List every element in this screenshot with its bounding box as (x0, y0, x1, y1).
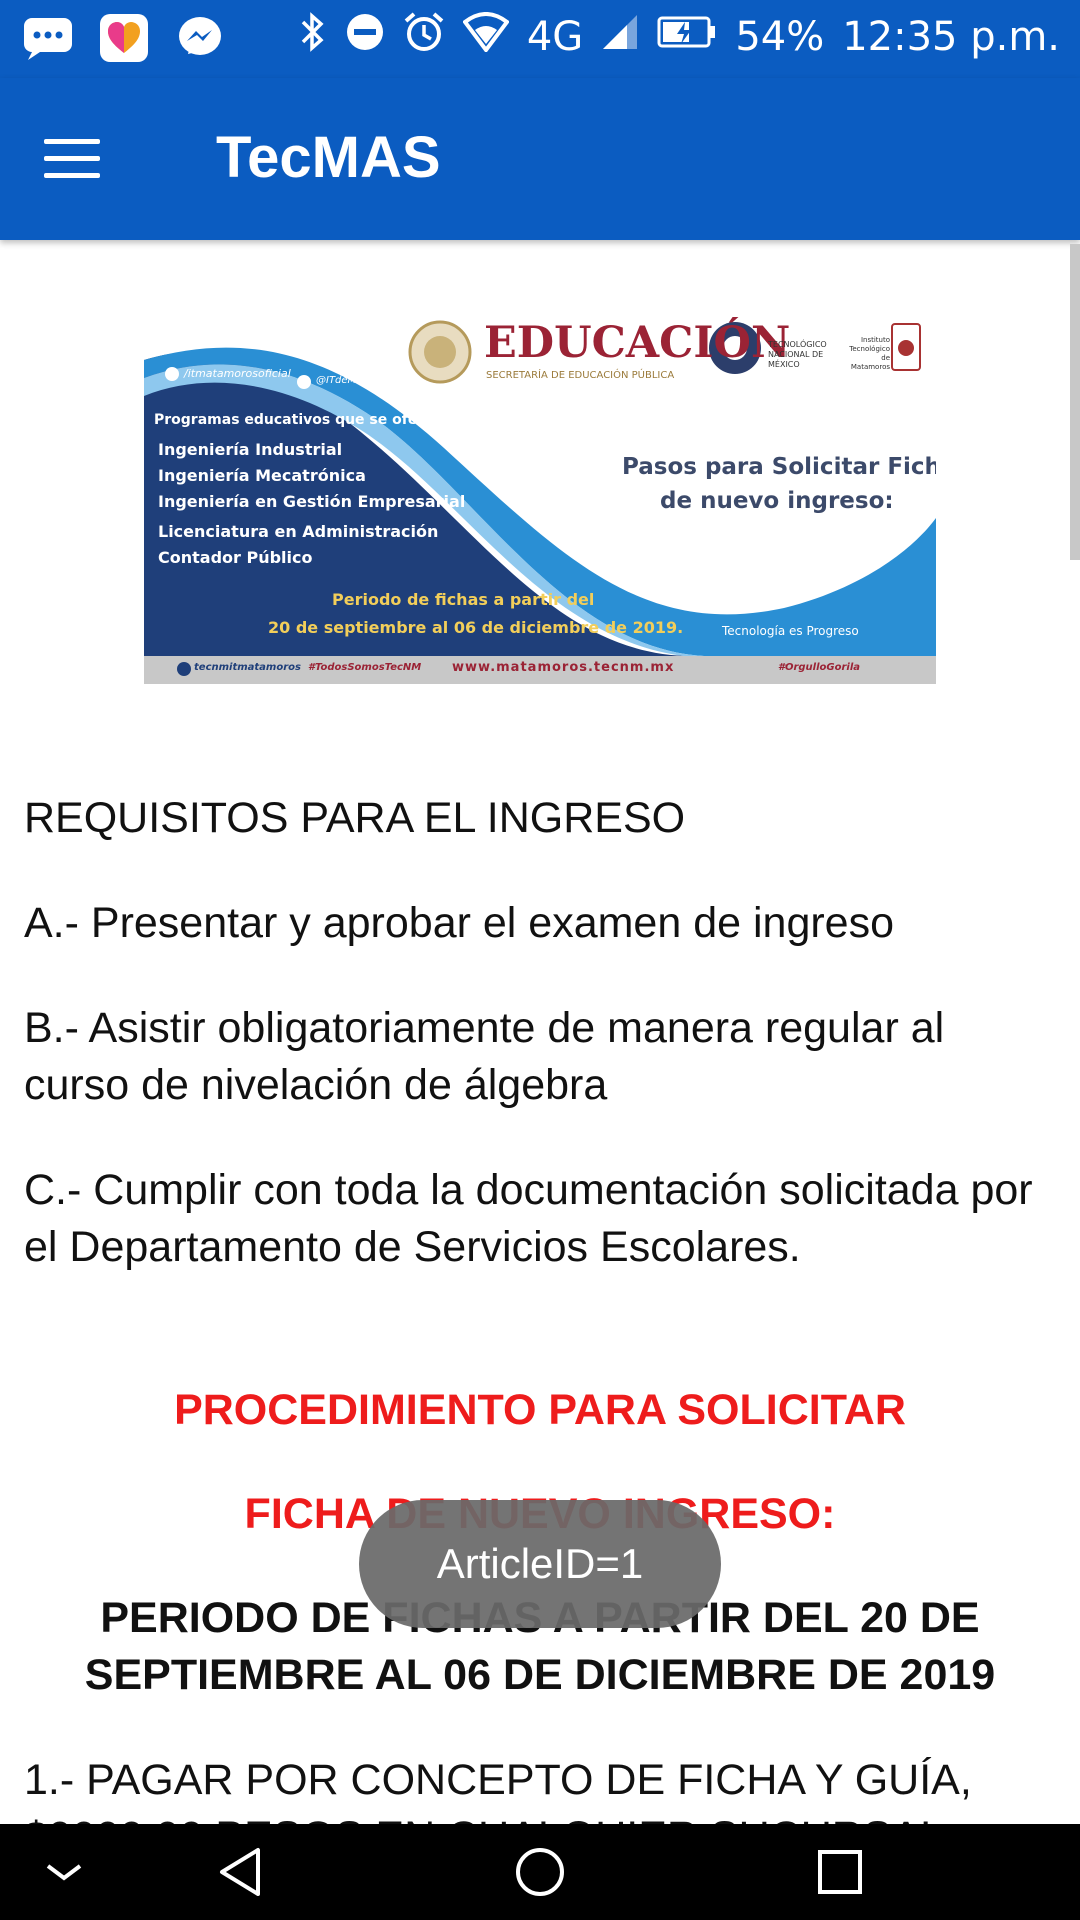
banner-program-5: Contador Público (158, 548, 313, 567)
banner-brand-sub: SECRETARÍA DE EDUCACIÓN PÚBLICA (486, 370, 675, 381)
app-title: TecMAS (216, 125, 441, 190)
banner-tecnm: TECNOLÓGICO NACIONAL DE MÉXICO (768, 340, 827, 369)
admission-banner-image: EDUCACIÓN SECRETARÍA DE EDUCACIÓN PÚBLIC… (144, 308, 936, 684)
battery-percent: 54% (735, 14, 825, 60)
collapse-icon[interactable] (28, 1836, 100, 1908)
do-not-disturb-icon (345, 12, 385, 62)
messenger-icon (174, 12, 226, 64)
banner-brand: EDUCACIÓN (484, 318, 791, 368)
banner-footer-3: www.matamoros.tecnm.mx (452, 660, 675, 675)
banner-program-3: Ingeniería en Gestión Empresarial (158, 492, 466, 511)
banner-itm: Instituto Tecnológico de Matamoros (849, 336, 890, 371)
banner-heading-2: de nuevo ingreso: (660, 488, 894, 514)
step-1: 1.- PAGAR POR CONCEPTO DE FICHA Y GUÍA, … (24, 1756, 972, 1824)
banner-footer-4: #OrgulloGorila (778, 662, 861, 673)
back-icon[interactable] (205, 1836, 277, 1908)
navigation-bar (0, 1824, 1080, 1920)
requirement-b: B.- Asistir obligatoriamente de manera r… (24, 1004, 945, 1109)
requirements-title: REQUISITOS PARA EL INGRESO (24, 794, 686, 842)
banner-program-2: Ingeniería Mecatrónica (158, 466, 366, 485)
system-status: 4G 54% 12:35 p.m. (299, 10, 1060, 64)
chat-icon (22, 12, 74, 64)
requirement-c: C.- Cumplir con toda la documentación so… (24, 1166, 1033, 1271)
banner-heading-1: Pasos para Solicitar Ficha (622, 454, 936, 480)
wifi-icon (462, 12, 510, 62)
notification-icons (22, 12, 226, 64)
alarm-icon (403, 11, 445, 63)
banner-slogan: Tecnología es Progreso (722, 624, 859, 638)
clock: 12:35 p.m. (842, 14, 1060, 60)
home-icon[interactable] (504, 1836, 576, 1908)
banner-social-fb: /itmatamorosoficial (184, 367, 291, 380)
toast-message: ArticleID=1 (359, 1500, 721, 1628)
battery-charging-icon (657, 14, 717, 60)
signal-icon (601, 13, 639, 61)
heart-app-icon (98, 12, 150, 64)
bluetooth-icon (299, 10, 327, 64)
banner-period-2: 20 de septiembre al 06 de diciembre de 2… (268, 618, 684, 637)
requirement-a: A.- Presentar y aprobar el examen de ing… (24, 899, 895, 947)
banner-programs-title: Programas educativos que se ofertan: (154, 412, 456, 428)
banner-footer-1: tecnmitmatamoros (194, 662, 301, 673)
procedure-title-1: PROCEDIMIENTO PARA SOLICITAR (174, 1386, 906, 1434)
status-bar: 4G 54% 12:35 p.m. (0, 0, 1080, 78)
banner-social-tw: @ITdeMatamoros (316, 375, 404, 386)
banner-footer-2: #TodosSomosTecNM (308, 662, 422, 673)
app-bar: TecMAS (0, 78, 1080, 240)
network-type: 4G (526, 14, 584, 60)
banner-program-4: Licenciatura en Administración (158, 522, 439, 541)
recents-icon[interactable] (804, 1836, 876, 1908)
scrollbar[interactable] (1070, 244, 1080, 560)
banner-program-1: Ingeniería Industrial (158, 440, 343, 459)
banner-period-1: Periodo de fichas a partir del (332, 590, 595, 609)
hamburger-menu-icon[interactable] (44, 126, 124, 190)
